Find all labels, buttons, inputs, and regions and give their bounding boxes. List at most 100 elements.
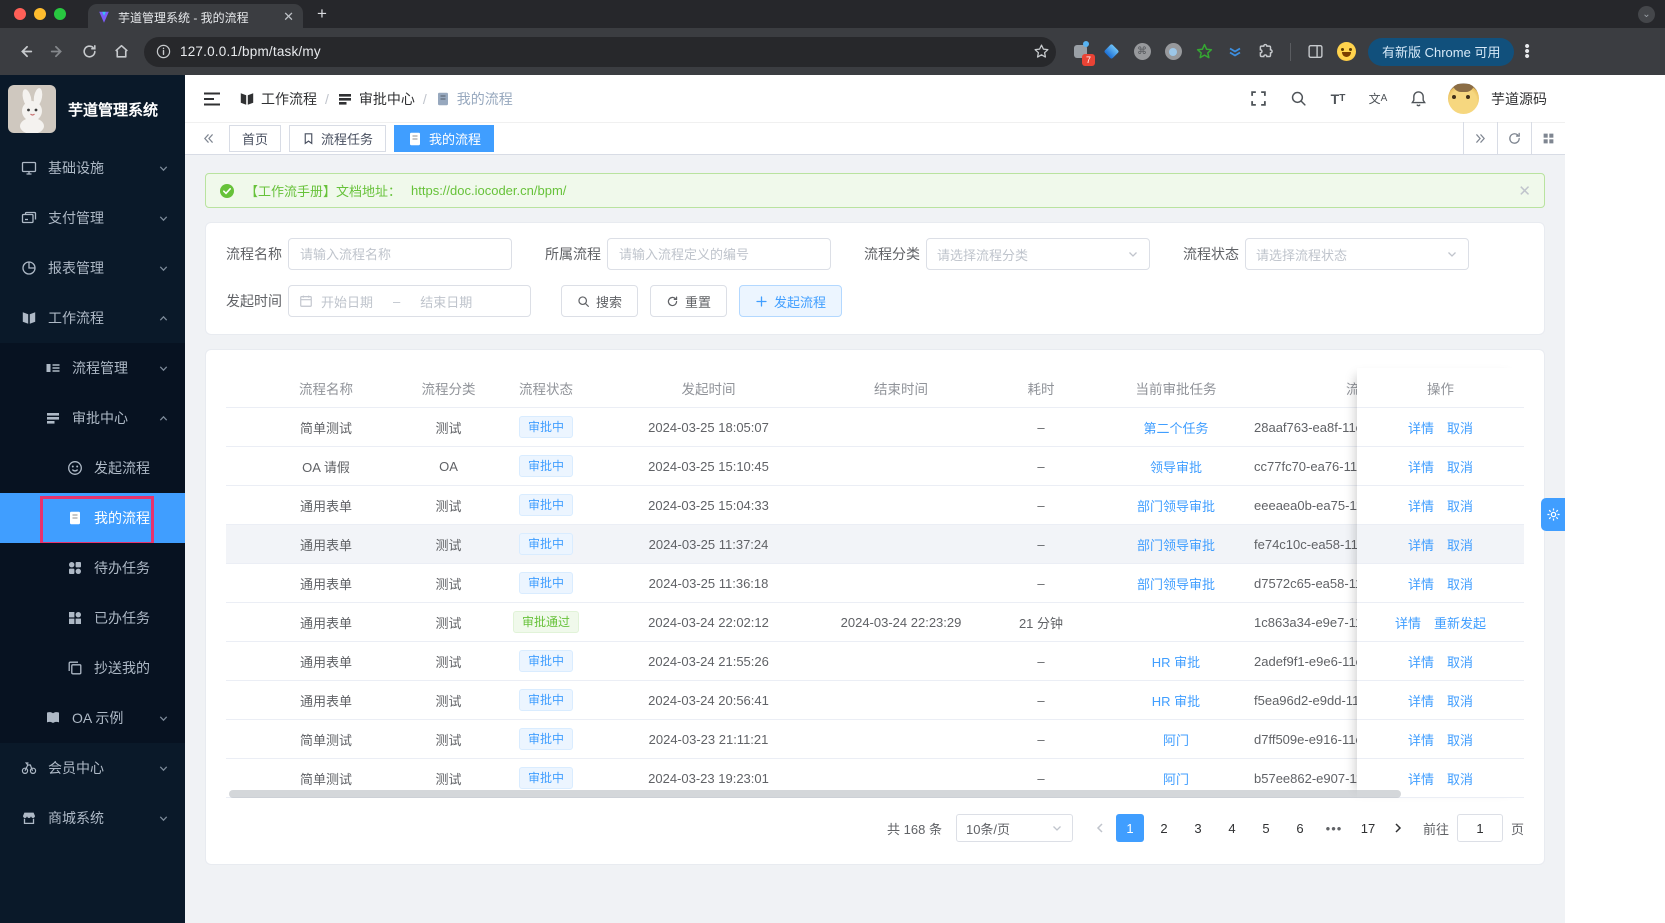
sidebar-item-workflow[interactable]: 工作流程 (0, 293, 185, 343)
notification-bell-icon[interactable] (1408, 89, 1428, 109)
star-extension-icon[interactable] (1194, 42, 1214, 62)
action-link[interactable]: 详情 (1408, 730, 1434, 749)
action-link[interactable]: 取消 (1447, 691, 1473, 710)
font-size-icon[interactable]: TT (1328, 89, 1348, 109)
process-name-input[interactable] (288, 238, 512, 270)
current-task-link[interactable]: 部门领导审批 (1137, 499, 1215, 514)
prev-page-button[interactable] (1087, 814, 1113, 842)
sidebar-item-start-process[interactable]: 发起流程 (0, 443, 185, 493)
tag-流程任务[interactable]: 流程任务 (289, 125, 387, 152)
date-range-picker[interactable]: 开始日期 – 结束日期 (288, 285, 531, 317)
current-task-link[interactable]: 部门领导审批 (1137, 577, 1215, 592)
page-button-4[interactable]: 4 (1218, 814, 1246, 842)
page-button-6[interactable]: 6 (1286, 814, 1314, 842)
horizontal-scrollbar[interactable] (229, 790, 1401, 798)
app-logo[interactable]: 芋道管理系统 (0, 75, 185, 143)
sidebar-item-todo-task[interactable]: 待办任务 (0, 543, 185, 593)
home-button[interactable] (106, 37, 136, 67)
extension-blocky-icon[interactable]: 7 (1070, 40, 1095, 66)
sidebar-item-done-task[interactable]: 已办任务 (0, 593, 185, 643)
current-task-link[interactable]: 第二个任务 (1143, 421, 1208, 436)
current-task-link[interactable]: 阿门 (1163, 733, 1189, 748)
tags-collapse-left-icon[interactable] (195, 132, 221, 145)
sidebar-item-cc-me[interactable]: 抄送我的 (0, 643, 185, 693)
search-icon[interactable] (1288, 89, 1308, 109)
current-task-link[interactable]: HR 审批 (1152, 655, 1200, 670)
bookmark-star-icon[interactable] (1033, 43, 1050, 60)
reload-button[interactable] (74, 37, 104, 67)
action-link[interactable]: 取消 (1447, 457, 1473, 476)
sidebar-item-payment[interactable]: 支付管理 (0, 193, 185, 243)
action-link[interactable]: 详情 (1408, 535, 1434, 554)
translate-icon[interactable]: 文A (1368, 89, 1388, 109)
user-avatar[interactable] (1448, 83, 1479, 114)
fullscreen-icon[interactable] (1248, 89, 1268, 109)
sidebar-item-report[interactable]: 报表管理 (0, 243, 185, 293)
current-task-link[interactable]: 阿门 (1163, 772, 1189, 787)
action-link[interactable]: 取消 (1447, 769, 1473, 788)
action-link[interactable]: 详情 (1408, 574, 1434, 593)
action-link[interactable]: 详情 (1408, 769, 1434, 788)
action-link[interactable]: 详情 (1408, 496, 1434, 515)
action-link[interactable]: 取消 (1447, 652, 1473, 671)
goto-page-input[interactable] (1456, 814, 1503, 842)
forward-button[interactable] (42, 37, 72, 67)
action-link[interactable]: 详情 (1408, 691, 1434, 710)
tags-refresh-icon[interactable] (1497, 122, 1531, 155)
tags-collapse-right-icon[interactable] (1463, 122, 1497, 155)
tab-search-button[interactable]: ⌄ (1638, 5, 1655, 23)
tab-close-icon[interactable]: ✕ (283, 9, 294, 25)
action-link[interactable]: 取消 (1447, 535, 1473, 554)
reset-button[interactable]: 重置 (650, 285, 728, 317)
sidebar-item-mall[interactable]: 商城系统 (0, 793, 185, 843)
page-button-5[interactable]: 5 (1252, 814, 1280, 842)
search-button[interactable]: 搜索 (561, 285, 639, 317)
sidebar-item-my-process[interactable]: 我的流程 (0, 493, 185, 545)
back-button[interactable] (10, 37, 40, 67)
dot-circle-extension-icon[interactable] (1163, 42, 1183, 62)
current-task-link[interactable]: 领导审批 (1150, 460, 1202, 475)
browser-tab[interactable]: 芋道管理系统 - 我的流程 ✕ (88, 4, 303, 30)
username[interactable]: 芋道源码 (1491, 89, 1547, 109)
collapse-menu-icon[interactable] (203, 91, 221, 107)
extensions-puzzle-icon[interactable] (1256, 42, 1276, 62)
current-task-link[interactable]: HR 审批 (1152, 694, 1200, 709)
emoji-profile-icon[interactable] (1336, 42, 1356, 62)
action-link[interactable]: 取消 (1447, 496, 1473, 515)
page-button-2[interactable]: 2 (1150, 814, 1178, 842)
alert-close-icon[interactable]: ✕ (1518, 182, 1531, 200)
new-tab-button[interactable]: + (317, 4, 327, 24)
action-link[interactable]: 详情 (1408, 457, 1434, 476)
page-button-3[interactable]: 3 (1184, 814, 1212, 842)
more-pages-button[interactable]: ••• (1320, 814, 1348, 842)
url-text[interactable]: 127.0.0.1/bpm/task/my (180, 44, 1024, 59)
action-link[interactable]: 详情 (1408, 418, 1434, 437)
side-panel-icon[interactable] (1305, 42, 1325, 62)
action-link[interactable]: 详情 (1395, 613, 1421, 632)
process-status-select[interactable]: 请选择流程状态 (1245, 238, 1469, 270)
double-chevron-extension-icon[interactable] (1225, 42, 1245, 62)
process-category-select[interactable]: 请选择流程分类 (926, 238, 1150, 270)
sidebar-item-approval-center[interactable]: 审批中心 (0, 393, 185, 443)
alert-doc-link[interactable]: https://doc.iocoder.cn/bpm/ (411, 183, 566, 198)
tag-首页[interactable]: 首页 (229, 125, 282, 152)
sidebar-item-oa-demo[interactable]: OA 示例 (0, 693, 185, 743)
next-page-button[interactable] (1385, 814, 1411, 842)
settings-gear-button[interactable] (1541, 498, 1565, 531)
breadcrumb-item-1[interactable]: 工作流程 (239, 89, 317, 109)
action-link[interactable]: 取消 (1447, 574, 1473, 593)
sidebar-item-process-mgmt[interactable]: 流程管理 (0, 343, 185, 393)
action-link[interactable]: 取消 (1447, 730, 1473, 749)
tag-我的流程[interactable]: 我的流程 (394, 125, 495, 152)
create-process-button[interactable]: 发起流程 (739, 285, 843, 317)
sidebar-item-infra[interactable]: 基础设施 (0, 143, 185, 193)
url-bar[interactable]: 127.0.0.1/bpm/task/my (144, 36, 1056, 67)
sidebar-item-member[interactable]: 会员中心 (0, 743, 185, 793)
chrome-update-button[interactable]: 有新版 Chrome 可用 (1368, 37, 1515, 66)
current-task-link[interactable]: 部门领导审批 (1137, 538, 1215, 553)
action-link[interactable]: 取消 (1447, 418, 1473, 437)
page-size-select[interactable]: 10条/页 (955, 814, 1073, 842)
site-info-icon[interactable] (156, 44, 171, 59)
close-window-button[interactable] (14, 8, 26, 20)
page-button-17[interactable]: 17 (1354, 814, 1382, 842)
